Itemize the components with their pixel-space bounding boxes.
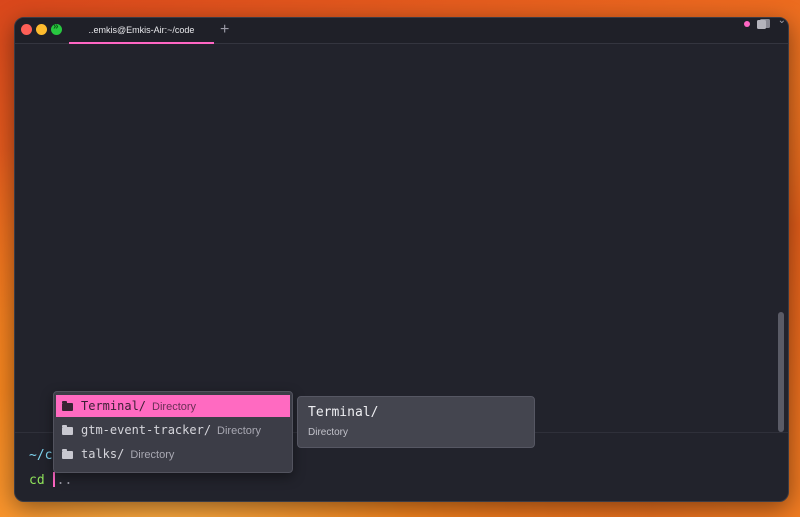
folder-icon: [62, 401, 73, 411]
plus-icon[interactable]: +: [220, 20, 229, 40]
scrollbar[interactable]: [778, 312, 784, 432]
completion-item[interactable]: gtm-event-tracker/Directory: [56, 419, 290, 441]
tab-title: ..emkis@Emkis-Air:~/code: [88, 25, 195, 35]
terminal-window: ..emkis@Emkis-Air:~/code + ⌄ ~/c cd.. Te…: [14, 17, 789, 502]
prompt-path: ~/c: [29, 448, 53, 463]
command-input[interactable]: cd..: [29, 472, 72, 488]
command-argument: ..: [56, 473, 73, 488]
completion-item[interactable]: Terminal/Directory: [56, 395, 290, 417]
folder-icon: [62, 449, 73, 459]
preview-title: Terminal/: [308, 405, 379, 420]
completion-preview: Terminal/ Directory: [297, 396, 535, 448]
text-cursor: [52, 472, 55, 487]
folder-icon: [62, 425, 73, 435]
completion-menu: Terminal/Directory gtm-event-tracker/Dir…: [53, 391, 293, 473]
command-text: cd: [29, 473, 45, 488]
close-icon[interactable]: [21, 24, 32, 35]
chevron-down-icon[interactable]: ⌄: [778, 18, 786, 26]
tab-active[interactable]: ..emkis@Emkis-Air:~/code: [69, 18, 214, 44]
panes-icon[interactable]: [757, 19, 770, 29]
title-bar: ..emkis@Emkis-Air:~/code + ⌄: [15, 18, 788, 44]
fullscreen-icon[interactable]: [51, 21, 62, 35]
minimize-icon[interactable]: [36, 24, 47, 35]
completion-item[interactable]: talks/Directory: [56, 443, 290, 465]
preview-description: Directory: [308, 427, 349, 438]
notification-dot: [744, 21, 750, 27]
